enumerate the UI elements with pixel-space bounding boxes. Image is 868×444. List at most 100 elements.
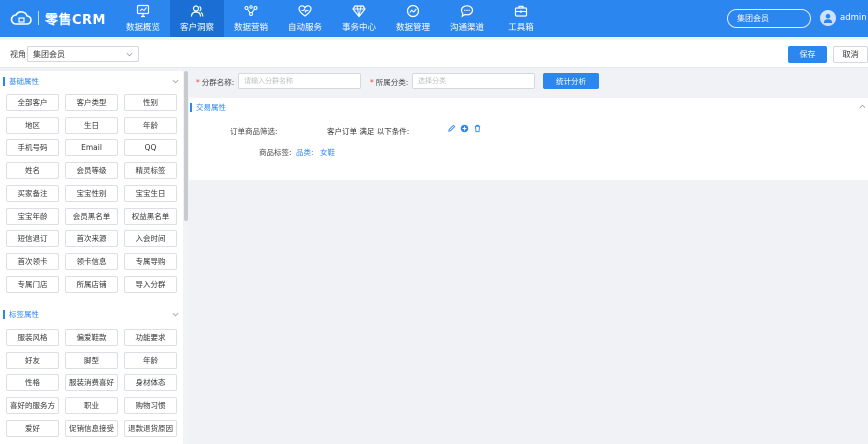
nav-label: 数据管理: [395, 23, 430, 33]
tag-attribute-item-8[interactable]: 身材体态: [124, 374, 177, 392]
tag-attribute-item-4[interactable]: 脚型: [65, 351, 118, 369]
nav-label: 沟通渠道: [449, 23, 484, 33]
basic-attribute-item-20[interactable]: 入会时间: [124, 230, 177, 248]
monitor-icon: [136, 4, 150, 18]
trend-icon: [406, 4, 420, 18]
basic-attributes-header[interactable]: 基础属性: [0, 71, 183, 91]
nav-item-channels[interactable]: 沟通渠道: [440, 0, 494, 37]
basic-attribute-item-19[interactable]: 首次来源: [65, 230, 118, 248]
required-mark: *: [196, 78, 200, 87]
tag-attribute-item-9[interactable]: 喜好的服务方: [6, 397, 59, 415]
stats-analysis-button[interactable]: 统计分析: [543, 73, 599, 89]
basic-attribute-item-6[interactable]: 手机号码: [6, 139, 59, 157]
basic-attribute-item-2[interactable]: 性别: [124, 94, 177, 111]
nav-label: 数据概览: [125, 23, 160, 33]
basic-attribute-item-15[interactable]: 宝宝年龄: [6, 207, 59, 225]
basic-attribute-item-12[interactable]: 买家备注: [6, 184, 59, 202]
tag-attribute-item-3[interactable]: 好友: [6, 351, 59, 369]
basic-attribute-item-13[interactable]: 宝宝性别: [65, 184, 118, 202]
tag-attribute-item-2[interactable]: 功能要求: [124, 329, 177, 346]
edit-icon[interactable]: [447, 124, 456, 133]
required-mark: *: [370, 78, 374, 87]
diamond-icon: [352, 5, 366, 18]
nav-item-toolbox[interactable]: 工具箱: [494, 0, 548, 37]
view-toolbar: 视角: 集团会员 保存 取消: [0, 40, 868, 68]
cancel-button[interactable]: 取消: [833, 46, 868, 63]
basic-attribute-item-0[interactable]: 全部客户: [6, 94, 59, 111]
view-select[interactable]: 集团会员: [27, 46, 139, 62]
basic-attribute-item-14[interactable]: 宝宝生日: [124, 184, 177, 202]
nav-item-affairs-center[interactable]: 事务中心: [332, 0, 386, 37]
tag-attribute-item-7[interactable]: 服装消费喜好: [65, 374, 118, 392]
scrollbar-thumb[interactable]: [184, 71, 188, 221]
user-menu[interactable]: admin: [820, 10, 867, 26]
basic-attribute-item-10[interactable]: 会员等级: [65, 162, 118, 180]
filter-row: * 分群名称: 请输入分群名称 * 所属分类: 选择分类 统计分析: [189, 71, 868, 93]
top-navigation-bar: 零售CRM 数据概览 客户洞察 数据营销 自动服务 事务中心 数据管理 沟通渠道…: [0, 0, 868, 37]
basic-attribute-item-25[interactable]: 所属店铺: [65, 275, 118, 293]
toolbox-icon: [514, 5, 528, 17]
chevron-down-icon: [126, 52, 133, 56]
basic-attribute-item-22[interactable]: 领卡信息: [65, 252, 118, 270]
view-label: 视角:: [10, 50, 29, 59]
sidebar-scrollbar[interactable]: [184, 71, 188, 444]
basic-attribute-item-26[interactable]: 导入分群: [124, 275, 177, 293]
attribute-sidebar: 基础属性 全部客户 客户类型 性别 地区 生日 年龄 手机号码 Email QQ 姓名 会员等级 精灵…: [0, 71, 183, 444]
app-logo[interactable]: 零售CRM: [10, 8, 106, 28]
app-title: 零售CRM: [45, 12, 106, 28]
tag-attribute-item-1[interactable]: 偏爱鞋款: [65, 329, 118, 346]
section-marker: [190, 102, 192, 112]
tag-attribute-item-14[interactable]: 退款退货原因: [124, 419, 177, 437]
save-button[interactable]: 保存: [788, 46, 827, 63]
nav-label: 数据营销: [233, 23, 268, 33]
view-select-value: 集团会员: [33, 49, 65, 59]
tag-value[interactable]: 女鞋: [320, 147, 335, 158]
basic-attribute-item-23[interactable]: 专属导购: [124, 252, 177, 270]
section-marker: [3, 309, 5, 319]
trash-icon[interactable]: [473, 124, 482, 133]
basic-attribute-item-21[interactable]: 首次领卡: [6, 252, 59, 270]
basic-attribute-item-5[interactable]: 年龄: [124, 116, 177, 134]
chevron-down-icon[interactable]: [172, 311, 179, 318]
basic-attribute-item-4[interactable]: 生日: [65, 116, 118, 134]
nav-label: 事务中心: [341, 23, 376, 33]
basic-attribute-item-7[interactable]: Email: [65, 139, 118, 157]
nav-item-customer-insight[interactable]: 客户洞察: [170, 0, 224, 37]
basic-attribute-item-16[interactable]: 会员黑名单: [65, 207, 118, 225]
nav-label: 自动服务: [287, 23, 322, 33]
heart-icon: [298, 5, 312, 17]
brand-selector[interactable]: 集团会员: [727, 9, 811, 28]
tag-attribute-item-11[interactable]: 购物习惯: [124, 397, 177, 415]
basic-attribute-item-11[interactable]: 精灵标签: [124, 162, 177, 180]
section-marker: [3, 76, 5, 86]
group-name-input[interactable]: 请输入分群名称: [238, 73, 361, 89]
add-circle-icon[interactable]: [460, 124, 469, 133]
nav-item-data-marketing[interactable]: 数据营销: [224, 0, 278, 37]
nav-item-data-management[interactable]: 数据管理: [386, 0, 440, 37]
category-select[interactable]: 选择分类: [412, 73, 535, 89]
basic-attribute-item-3[interactable]: 地区: [6, 116, 59, 134]
basic-attribute-item-9[interactable]: 姓名: [6, 162, 59, 180]
main-nav: 数据概览 客户洞察 数据营销 自动服务 事务中心 数据管理 沟通渠道 工具箱: [116, 0, 548, 37]
tag-attributes-header[interactable]: 标签属性: [0, 304, 183, 324]
tag-attribute-item-0[interactable]: 服装风格: [6, 329, 59, 346]
nav-item-auto-service[interactable]: 自动服务: [278, 0, 332, 37]
basic-attribute-item-8[interactable]: QQ: [124, 139, 177, 157]
tag-attribute-item-6[interactable]: 性格: [6, 374, 59, 392]
section-title: 标签属性: [9, 309, 39, 319]
panel-header: 交易属性: [189, 101, 226, 113]
tag-attribute-item-13[interactable]: 促销信息接受: [65, 419, 118, 437]
basic-attribute-item-24[interactable]: 专属门店: [6, 275, 59, 293]
main-content: * 分群名称: 请输入分群名称 * 所属分类: 选择分类 统计分析 交易属性 订单商…: [189, 71, 868, 444]
chevron-up-icon[interactable]: [859, 103, 866, 110]
group-name-label: * 分群名称:: [196, 78, 235, 87]
basic-attribute-item-17[interactable]: 权益黑名单: [124, 207, 177, 225]
tag-attribute-item-5[interactable]: 年龄: [124, 351, 177, 369]
chevron-down-icon[interactable]: [172, 78, 179, 85]
tag-attribute-item-10[interactable]: 职业: [65, 397, 118, 415]
basic-attribute-item-18[interactable]: 短信退订: [6, 230, 59, 248]
nav-item-data-overview[interactable]: 数据概览: [116, 0, 170, 37]
basic-attribute-item-1[interactable]: 客户类型: [65, 94, 118, 111]
tag-attribute-item-12[interactable]: 爱好: [6, 419, 59, 437]
users-icon: [190, 5, 204, 17]
